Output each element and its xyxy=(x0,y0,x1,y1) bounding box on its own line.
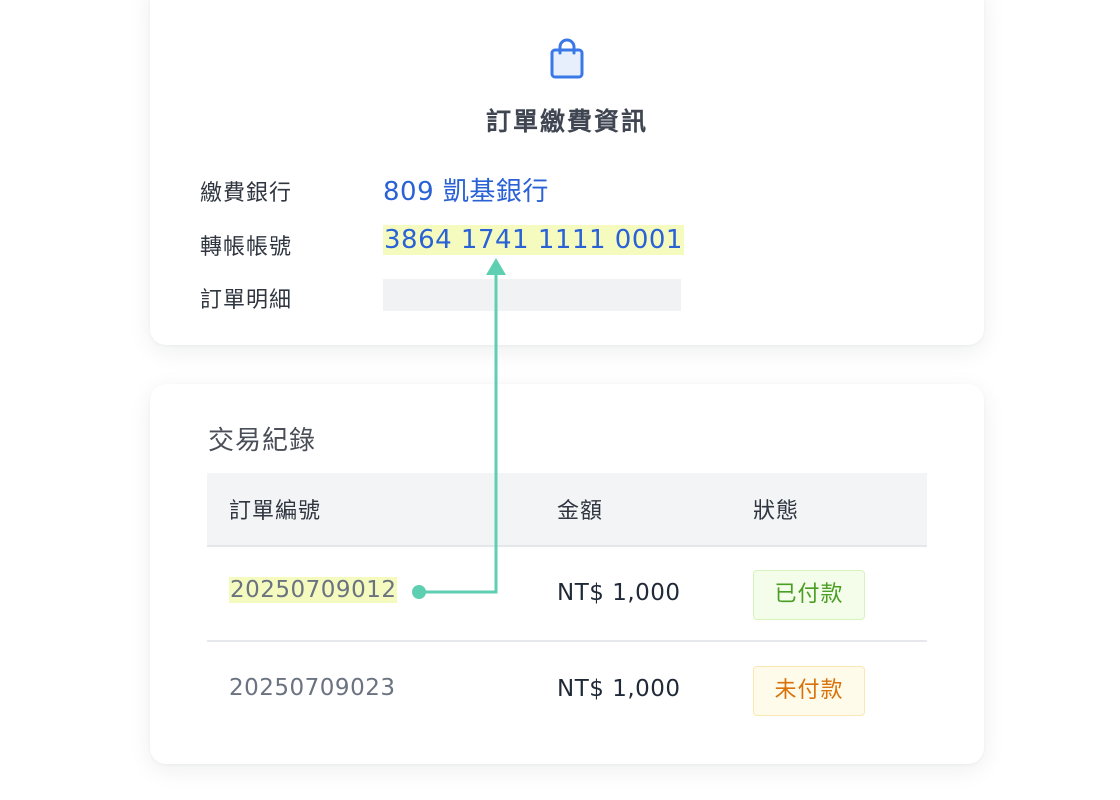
row-1-status-badge: 已付款 xyxy=(753,570,865,620)
column-status: 狀態 xyxy=(753,499,800,524)
account-label: 轉帳帳號 xyxy=(200,235,293,260)
column-amount: 金額 xyxy=(557,499,604,524)
row-1-amount: NT$ 1,000 xyxy=(557,580,681,606)
row-2-order-id[interactable]: 20250709023 xyxy=(229,675,395,701)
row-2-amount: NT$ 1,000 xyxy=(557,676,681,702)
bank-label: 繳費銀行 xyxy=(200,181,293,206)
shopping-bag-icon xyxy=(550,38,584,79)
order-detail-value xyxy=(383,279,681,311)
row-1-order-id[interactable]: 20250709012 xyxy=(229,577,398,603)
payment-card-title: 訂單繳費資訊 xyxy=(485,107,648,136)
account-number: 3864 1741 1111 0001 xyxy=(383,225,684,255)
order-detail-label: 訂單明細 xyxy=(200,288,293,313)
stage: 訂單繳費資訊 繳費銀行 809 凱基銀行 轉帳帳號 3864 1741 1111… xyxy=(0,0,1120,800)
column-order-id: 訂單編號 xyxy=(229,499,322,524)
bank-value: 809 凱基銀行 xyxy=(383,177,549,207)
row-2-status-badge: 未付款 xyxy=(753,666,865,716)
transactions-title: 交易紀錄 xyxy=(208,426,317,456)
row-divider xyxy=(207,640,927,642)
